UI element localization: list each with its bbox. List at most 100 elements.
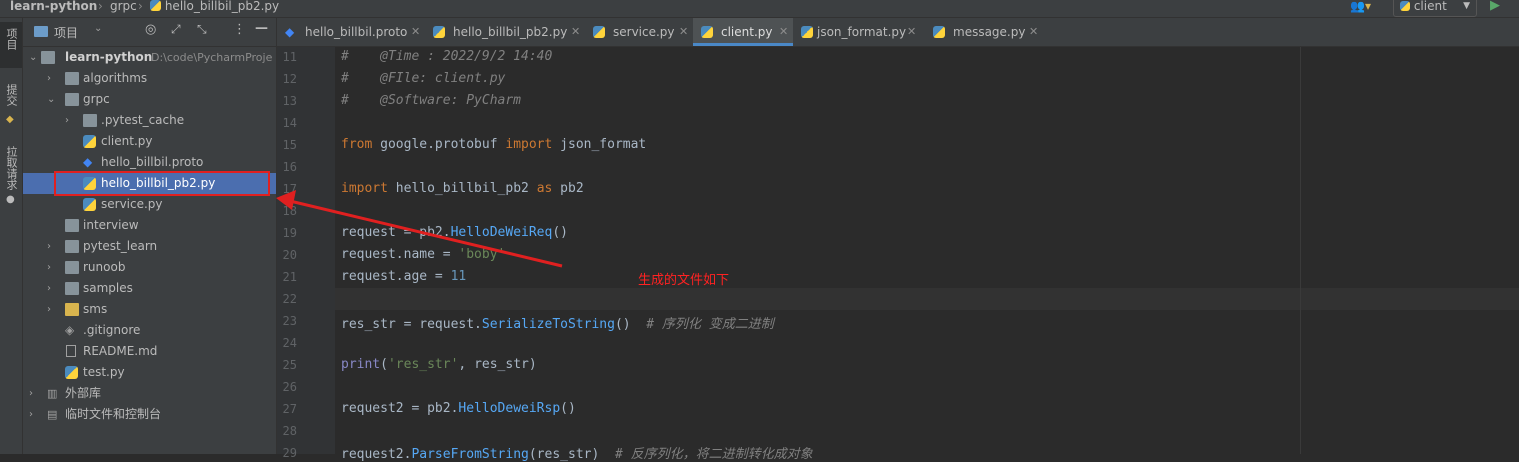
chevron-down-icon[interactable]: ⌄ bbox=[29, 47, 39, 68]
tab-hello-billbil-proto[interactable]: ◆ hello_billbil.proto ✕ bbox=[277, 18, 425, 46]
close-icon[interactable]: ✕ bbox=[679, 18, 688, 46]
tree-item-service-py[interactable]: service.py bbox=[23, 194, 276, 215]
tree-label: client.py bbox=[101, 134, 153, 148]
python-file-icon bbox=[65, 366, 78, 379]
run-config-label: client bbox=[1413, 0, 1447, 13]
chevron-down-icon[interactable]: ⌄ bbox=[94, 23, 102, 34]
locate-icon[interactable]: ◎ bbox=[145, 22, 156, 37]
collapse-all-icon[interactable]: ⤡ bbox=[197, 22, 207, 37]
tab-message-py[interactable]: message.py ✕ bbox=[923, 18, 1043, 46]
code-line-13: # @Software: PyCharm bbox=[341, 93, 521, 108]
tab-json-format-py[interactable]: json_format.py ✕ bbox=[793, 18, 923, 46]
chevron-right-icon[interactable]: › bbox=[47, 68, 57, 89]
tree-item-pytest-cache[interactable]: › .pytest_cache bbox=[23, 110, 276, 131]
tree-item-runoob[interactable]: › runoob bbox=[23, 257, 276, 278]
chevron-down-icon[interactable]: ⌄ bbox=[47, 89, 57, 110]
code-line-11: # @Time : 2022/9/2 14:40 bbox=[341, 49, 552, 64]
project-view-label[interactable]: 项目 bbox=[54, 24, 78, 41]
scratches-icon: ▤ bbox=[47, 408, 58, 421]
side-tab-pull-requests[interactable]: 拉取请求 bbox=[3, 146, 19, 190]
tree-item-proto[interactable]: ◆ hello_billbil.proto bbox=[23, 152, 276, 173]
tab-service-py[interactable]: service.py ✕ bbox=[585, 18, 693, 46]
code-editor[interactable]: 11 12 13 14 15 16 17 18 19 20 21 22 23 24 25 26 27 28 29 #… bbox=[277, 47, 1519, 462]
tree-item-interview[interactable]: interview bbox=[23, 215, 276, 236]
tree-item-pytest-learn[interactable]: › pytest_learn bbox=[23, 236, 276, 257]
tree-label: algorithms bbox=[83, 71, 148, 85]
line-number: 17 bbox=[282, 182, 297, 196]
expand-all-icon[interactable]: ⤢ bbox=[171, 22, 181, 37]
tab-hello-billbil-pb2[interactable]: hello_billbil_pb2.py ✕ bbox=[425, 18, 585, 46]
tree-label: interview bbox=[83, 218, 139, 232]
run-config-select[interactable]: client ▼ bbox=[1393, 0, 1477, 17]
close-icon[interactable]: ✕ bbox=[1029, 18, 1038, 46]
tree-item-learn-python[interactable]: ⌄ learn-python D:\code\PycharmProje bbox=[23, 47, 276, 68]
close-icon[interactable]: ✕ bbox=[571, 18, 580, 46]
tree-label: 临时文件和控制台 bbox=[65, 407, 162, 421]
chevron-right-icon[interactable]: › bbox=[29, 404, 39, 425]
side-tab-project[interactable]: 项目 bbox=[3, 28, 19, 50]
tree-label: learn-python bbox=[65, 50, 153, 64]
proto-file-icon: ◆ bbox=[285, 25, 295, 39]
tree-item-client-py[interactable]: client.py bbox=[23, 131, 276, 152]
method-call: HelloDeWeiReq bbox=[450, 225, 553, 240]
chevron-right-icon[interactable]: › bbox=[47, 299, 57, 320]
tree-item-test-py[interactable]: test.py bbox=[23, 362, 276, 383]
line-number: 27 bbox=[282, 402, 297, 416]
editor-tab-bar: ◆ hello_billbil.proto ✕ hello_billbil_pb… bbox=[277, 18, 1519, 47]
tree-label: hello_billbil.proto bbox=[101, 155, 204, 169]
close-icon[interactable]: ✕ bbox=[779, 18, 788, 46]
code-text: request.name = bbox=[341, 247, 459, 262]
tree-item-algorithms[interactable]: › algorithms bbox=[23, 68, 276, 89]
chevron-right-icon[interactable]: › bbox=[65, 110, 75, 131]
options-icon[interactable]: ⋮ bbox=[233, 22, 246, 37]
annotation-highlight-box bbox=[54, 171, 270, 196]
breadcrumb-file-label: hello_billbil_pb2.py bbox=[164, 0, 280, 13]
breadcrumb-folder[interactable]: grpc bbox=[110, 0, 137, 17]
string-literal: 'res_str' bbox=[387, 357, 459, 372]
close-icon[interactable]: ✕ bbox=[907, 18, 916, 46]
folder-icon bbox=[65, 93, 79, 106]
folder-icon bbox=[65, 261, 79, 274]
tree-item-sms[interactable]: › sms bbox=[23, 299, 276, 320]
folder-icon bbox=[65, 303, 79, 316]
tree-item-scratches[interactable]: › ▤ 临时文件和控制台 bbox=[23, 404, 276, 425]
breadcrumb-project[interactable]: learn-python bbox=[10, 0, 97, 17]
hide-icon[interactable]: — bbox=[255, 21, 268, 36]
tree-item-readme[interactable]: README.md bbox=[23, 341, 276, 362]
line-number: 14 bbox=[282, 116, 297, 130]
tree-item-gitignore[interactable]: ◈ .gitignore bbox=[23, 320, 276, 341]
code-text: request2 = pb2. bbox=[341, 401, 459, 416]
folder-icon bbox=[65, 282, 79, 295]
line-number: 26 bbox=[282, 380, 297, 394]
line-number: 15 bbox=[282, 138, 297, 152]
code-line-20: request.name = 'boby' bbox=[341, 247, 505, 262]
code-line-29: request2.ParseFromString(res_str) # 反序列化… bbox=[341, 443, 813, 462]
line-number: 24 bbox=[282, 336, 297, 350]
proto-file-icon: ◆ bbox=[83, 155, 93, 169]
current-line-highlight bbox=[335, 288, 1519, 310]
code-text: request.age = bbox=[341, 269, 451, 284]
chevron-right-icon[interactable]: › bbox=[47, 257, 57, 278]
identifier: pb2 bbox=[552, 181, 584, 196]
keyword: as bbox=[536, 181, 553, 196]
chevron-right-icon[interactable]: › bbox=[47, 236, 57, 257]
tree-label: samples bbox=[83, 281, 133, 295]
tree-item-grpc[interactable]: ⌄ grpc bbox=[23, 89, 276, 110]
tree-label: grpc bbox=[83, 92, 110, 106]
keyword: import bbox=[341, 181, 388, 196]
tab-client-py[interactable]: client.py ✕ bbox=[693, 18, 793, 46]
run-icon[interactable]: ▶ bbox=[1490, 0, 1500, 13]
tree-item-samples[interactable]: › samples bbox=[23, 278, 276, 299]
close-icon[interactable]: ✕ bbox=[411, 18, 420, 46]
code-line-21: request.age = 11 bbox=[341, 269, 466, 284]
chevron-right-icon[interactable]: › bbox=[29, 383, 39, 404]
tree-item-external-libraries[interactable]: › ▥ 外部库 bbox=[23, 383, 276, 404]
side-tab-commit[interactable]: 提交 bbox=[3, 84, 19, 106]
commit-icon: ◆ bbox=[6, 114, 14, 125]
chevron-right-icon[interactable]: › bbox=[47, 278, 57, 299]
user-icon[interactable]: 👥▾ bbox=[1350, 0, 1371, 13]
breadcrumb-file[interactable]: hello_billbil_pb2.py bbox=[150, 0, 279, 17]
keyword: from bbox=[341, 137, 373, 152]
code-text: request2. bbox=[341, 447, 412, 462]
code-line-23: res_str = request.SerializeToString() # … bbox=[341, 313, 774, 332]
